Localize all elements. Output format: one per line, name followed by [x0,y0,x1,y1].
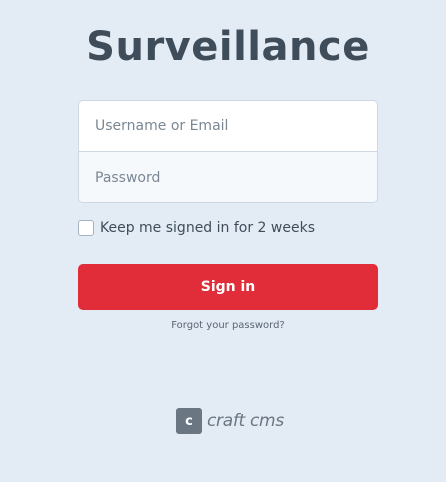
sign-in-button[interactable]: Sign in [78,264,378,310]
page-title: Surveillance [86,24,370,70]
username-input[interactable] [79,101,377,152]
login-page: Surveillance Keep me signed in for 2 wee… [0,0,446,482]
craft-logo-icon: c [176,408,202,434]
craft-wordmark: craft cms [207,411,284,431]
remember-me-toggle[interactable]: Keep me signed in for 2 weeks [78,220,315,236]
password-input[interactable] [79,152,377,202]
forgot-password-link[interactable]: Forgot your password? [0,320,446,331]
login-fields [78,100,378,203]
powered-by-craft[interactable]: c craft cms [176,408,284,434]
remember-label: Keep me signed in for 2 weeks [100,220,315,236]
remember-checkbox[interactable] [78,220,94,236]
